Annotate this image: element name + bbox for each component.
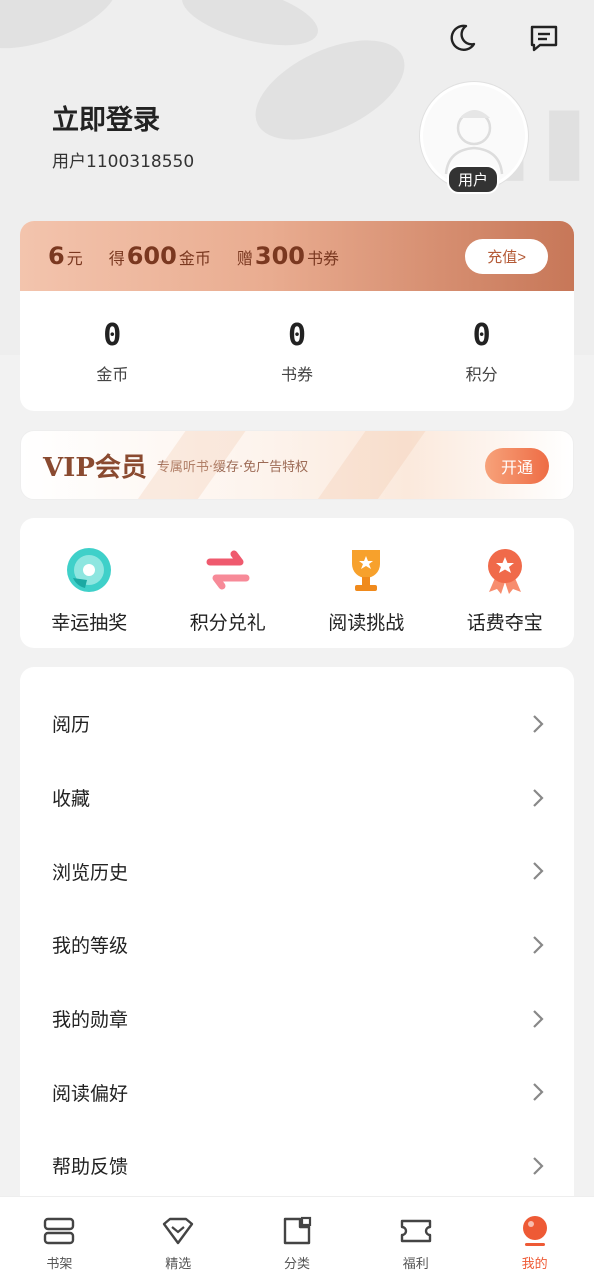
stat-label: 积分 bbox=[465, 364, 498, 384]
action-reading-challenge[interactable]: 阅读挑战 bbox=[297, 518, 436, 648]
chevron-right-icon bbox=[533, 788, 544, 807]
gift-unit: 书券 bbox=[306, 249, 339, 268]
stat-label: 书券 bbox=[281, 364, 314, 384]
bottom-nav: 书架 精选 分类 福利 我的 bbox=[0, 1196, 594, 1280]
balance-stats: 0 金币 0 书券 0 积分 bbox=[20, 291, 574, 411]
message-icon[interactable] bbox=[524, 18, 564, 58]
menu-label: 浏览历史 bbox=[52, 861, 129, 884]
brush-decoration bbox=[175, 0, 325, 58]
nav-label: 我的 bbox=[521, 1257, 548, 1272]
gain-prefix: 得 bbox=[108, 249, 125, 268]
gift-prefix: 赠 bbox=[236, 249, 253, 268]
nav-label: 书架 bbox=[46, 1257, 73, 1272]
menu-item-reading-preference[interactable]: 阅读偏好 bbox=[20, 1055, 574, 1129]
action-label: 阅读挑战 bbox=[328, 612, 405, 634]
action-label: 积分兑礼 bbox=[189, 612, 266, 634]
action-label: 幸运抽奖 bbox=[51, 612, 128, 634]
vip-open-button[interactable]: 开通 bbox=[484, 448, 549, 484]
menu-item-reading-history[interactable]: 阅历 bbox=[20, 687, 574, 761]
menu-label: 我的勋章 bbox=[52, 1009, 129, 1032]
menu-label: 帮助反馈 bbox=[52, 1156, 129, 1179]
user-id: 用户1100318550 bbox=[52, 152, 195, 172]
category-icon bbox=[280, 1215, 314, 1247]
medal-icon bbox=[479, 544, 531, 596]
nav-label: 分类 bbox=[283, 1257, 310, 1272]
recharge-banner[interactable]: 6 元 得 600 金币 赠 300 书券 充值> bbox=[20, 221, 574, 291]
stat-value: 0 bbox=[103, 317, 122, 353]
nav-featured[interactable]: 精选 bbox=[119, 1197, 238, 1280]
wallet-card: 6 元 得 600 金币 赠 300 书券 充值> 0 金币 0 书券 0 积分 bbox=[20, 221, 574, 411]
action-lucky-draw[interactable]: 幸运抽奖 bbox=[20, 518, 159, 648]
chevron-right-icon bbox=[533, 715, 544, 733]
recharge-button[interactable]: 充值> bbox=[465, 239, 548, 274]
avatar-badge: 用户 bbox=[447, 165, 500, 194]
action-label: 话费夺宝 bbox=[466, 612, 543, 634]
nav-welfare[interactable]: 福利 bbox=[356, 1197, 475, 1280]
menu-label: 阅读偏好 bbox=[52, 1082, 129, 1105]
gift-amount: 300 bbox=[254, 242, 305, 270]
night-mode-icon[interactable] bbox=[442, 18, 482, 58]
menu-label: 阅历 bbox=[52, 714, 91, 737]
nav-label: 精选 bbox=[165, 1257, 192, 1272]
price-unit: 元 bbox=[66, 249, 83, 268]
chevron-right-icon bbox=[533, 1083, 544, 1102]
diamond-icon bbox=[161, 1215, 195, 1247]
chevron-right-icon bbox=[533, 936, 544, 954]
stat-coins[interactable]: 0 金币 bbox=[20, 318, 205, 385]
menu-label: 我的等级 bbox=[52, 935, 129, 958]
vip-stripe-decoration bbox=[316, 431, 426, 499]
default-avatar-icon bbox=[444, 110, 504, 175]
menu-list: 阅历 收藏 浏览历史 我的等级 我的勋章 阅读偏好 帮助反馈 bbox=[20, 667, 574, 1207]
quick-actions: 幸运抽奖 积分兑礼 阅读挑战 话费夺宝 bbox=[20, 518, 574, 648]
menu-item-browse-history[interactable]: 浏览历史 bbox=[20, 834, 574, 908]
menu-label: 收藏 bbox=[52, 788, 91, 811]
recharge-price: 6 元 bbox=[46, 242, 83, 270]
menu-item-my-level[interactable]: 我的等级 bbox=[20, 908, 574, 982]
login-link[interactable]: 立即登录 bbox=[52, 98, 160, 137]
nav-label: 福利 bbox=[402, 1257, 429, 1272]
nav-category[interactable]: 分类 bbox=[238, 1197, 357, 1280]
recharge-gain: 得 600 金币 bbox=[109, 242, 211, 270]
top-toolbar bbox=[442, 18, 564, 58]
recharge-gift: 赠 300 书券 bbox=[237, 242, 339, 270]
menu-item-my-medals[interactable]: 我的勋章 bbox=[20, 982, 574, 1056]
price-amount: 6 bbox=[48, 242, 65, 270]
gain-unit: 金币 bbox=[178, 249, 211, 268]
profile-icon bbox=[518, 1215, 552, 1247]
stat-vouchers[interactable]: 0 书券 bbox=[205, 318, 390, 385]
chevron-right-icon bbox=[533, 1157, 544, 1175]
ticket-icon bbox=[399, 1215, 433, 1247]
action-phone-treasure[interactable]: 话费夺宝 bbox=[436, 518, 575, 648]
vip-title: VIP会员 bbox=[43, 452, 147, 483]
stat-value: 0 bbox=[287, 317, 307, 353]
nav-mine[interactable]: 我的 bbox=[475, 1197, 594, 1280]
disc-icon bbox=[63, 544, 115, 596]
bookshelf-icon bbox=[42, 1215, 76, 1247]
stat-value: 0 bbox=[472, 317, 491, 353]
gain-amount: 600 bbox=[126, 242, 177, 270]
menu-item-favorites[interactable]: 收藏 bbox=[20, 761, 574, 835]
vip-banner[interactable]: VIP会员 专属听书·缓存·免广告特权 开通 bbox=[20, 430, 574, 500]
chevron-right-icon bbox=[533, 1009, 544, 1028]
menu-item-help-feedback[interactable]: 帮助反馈 bbox=[20, 1129, 574, 1203]
brush-decoration bbox=[0, 0, 126, 64]
stat-points[interactable]: 0 积分 bbox=[389, 318, 574, 385]
nav-bookshelf[interactable]: 书架 bbox=[0, 1197, 119, 1280]
chevron-right-icon bbox=[533, 862, 544, 880]
exchange-icon bbox=[202, 544, 254, 596]
action-points-exchange[interactable]: 积分兑礼 bbox=[159, 518, 298, 648]
trophy-icon bbox=[340, 544, 392, 596]
stat-label: 金币 bbox=[96, 364, 129, 384]
